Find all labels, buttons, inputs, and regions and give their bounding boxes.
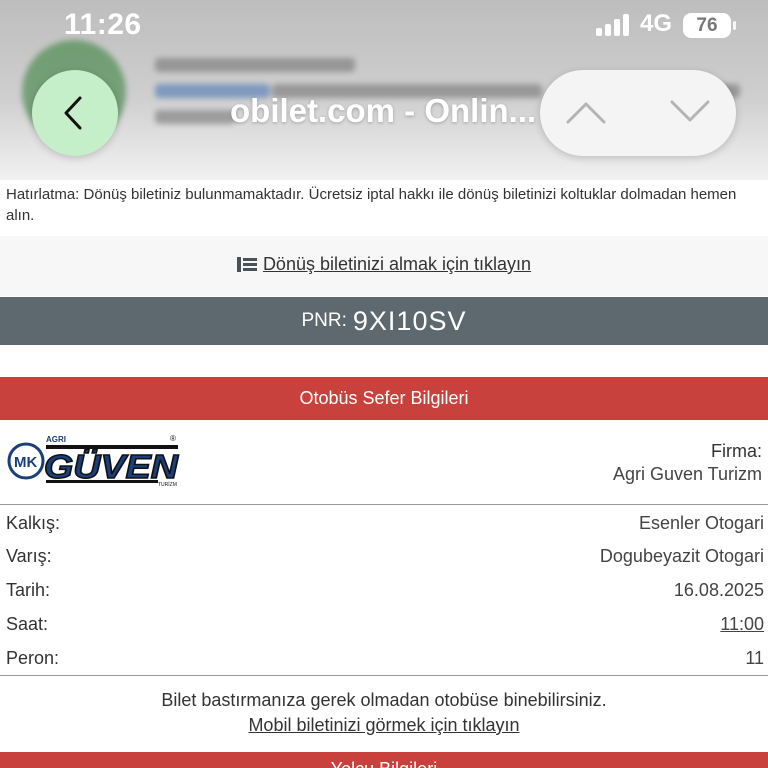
departure-label: Kalkış: xyxy=(6,513,61,533)
network-type: 4G xyxy=(640,10,673,37)
departure-value: Esenler Otogari xyxy=(638,513,764,533)
logo-sub-text: TURİZM xyxy=(158,481,177,488)
platform-row: Peron: 11 xyxy=(6,648,764,676)
pnr-code: 9XI10SV xyxy=(352,306,467,336)
firm-name: Agri Guven Turizm xyxy=(612,464,762,484)
platform-label: Peron: xyxy=(6,648,60,668)
page-title: obilet.com - Onlin... xyxy=(230,92,537,129)
platform-value: 11 xyxy=(745,648,764,668)
logo-prefix: MK xyxy=(14,454,37,471)
battery-icon: 76 xyxy=(683,13,731,38)
date-label: Tarih: xyxy=(6,580,51,600)
status-time: 11:26 xyxy=(64,8,142,41)
return-ticket-link[interactable]: Dönüş biletinizi almak için tıklayın xyxy=(263,254,531,274)
date-value: 16.08.2025 xyxy=(673,580,764,600)
return-ticket-row: Dönüş biletinizi almak için tıklayın xyxy=(0,236,768,296)
status-bar: 11:26 4G 76 xyxy=(0,0,768,52)
chevron-left-icon xyxy=(64,96,82,130)
divider xyxy=(0,504,768,505)
divider xyxy=(0,675,768,676)
arrival-row: Varış: Dogubeyazit Otogari xyxy=(6,546,764,574)
passenger-section-header: Yolcu Bilgileri xyxy=(0,752,768,768)
pnr-bar: PNR: 9XI10SV xyxy=(0,297,768,345)
arrival-label: Varış: xyxy=(6,546,52,566)
time-label: Saat: xyxy=(6,614,49,634)
mobile-ticket-link[interactable]: Mobil biletinizi görmek için tıklayın xyxy=(248,715,519,735)
signal-icon xyxy=(596,14,632,36)
firm-label: Firma: xyxy=(711,441,762,461)
list-icon xyxy=(236,257,257,272)
find-navigation xyxy=(540,70,736,156)
departure-row: Kalkış: Esenler Otogari xyxy=(6,513,764,541)
time-value[interactable]: 11:00 xyxy=(720,614,764,635)
browser-header: 11:26 4G 76 obilet.com - Onlin... xyxy=(0,0,768,180)
back-button[interactable] xyxy=(32,70,118,156)
company-logo: MK AGRI GÜVEN TURİZM ® xyxy=(7,434,180,488)
time-row: Saat: 11:00 xyxy=(6,614,764,642)
trip-section-header: Otobüs Sefer Bilgileri xyxy=(0,377,768,420)
battery-level: 76 xyxy=(696,15,718,36)
logo-main-text: GÜVEN xyxy=(44,448,179,485)
logo-top-text: AGRI xyxy=(46,435,66,444)
svg-text:®: ® xyxy=(170,434,176,443)
reminder-text: Hatırlatma: Dönüş biletiniz bulunmamakta… xyxy=(6,186,737,224)
date-row: Tarih: 16.08.2025 xyxy=(6,580,764,608)
arrival-value: Dogubeyazit Otogari xyxy=(599,546,764,566)
chevron-up-icon[interactable] xyxy=(566,98,606,126)
pnr-label: PNR: xyxy=(301,310,347,331)
boarding-message: Bilet bastırmanıza gerek olmadan otobüse… xyxy=(161,690,607,710)
chevron-down-icon[interactable] xyxy=(670,98,710,126)
